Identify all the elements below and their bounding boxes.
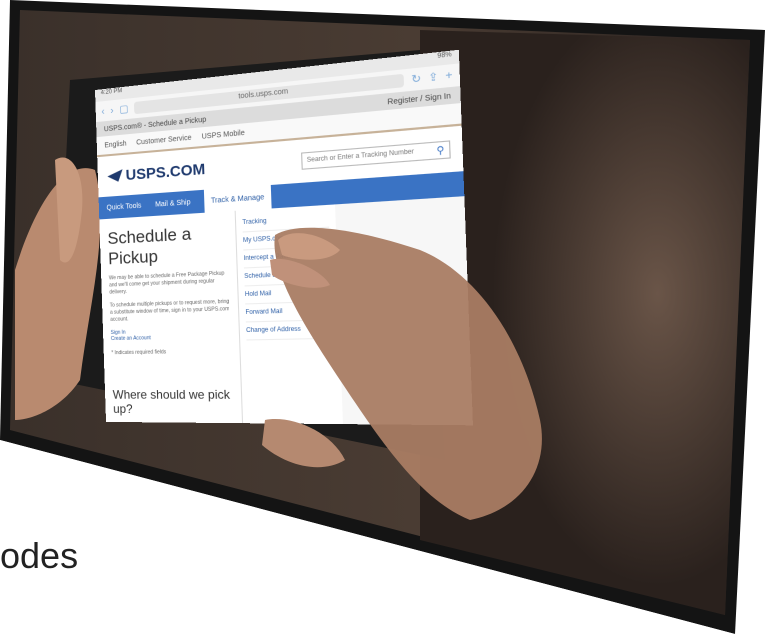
util-link-customer-service[interactable]: Customer Service [136, 134, 192, 146]
util-link-english[interactable]: English [104, 140, 126, 149]
menu-item-change-address[interactable]: Change of Address [245, 320, 334, 341]
add-tab-icon[interactable]: + [445, 69, 452, 82]
page-title: Schedule a Pickup [107, 224, 192, 269]
nav-mail-ship[interactable]: Mail & Ship [155, 199, 191, 209]
tablet-screen: 4:20 PM 98% ‹ › ▢ tools.usps.com ↻ ⇪ + U… [95, 49, 473, 426]
track-manage-menu: Tracking My USPS.com Intercept a Package… [234, 204, 344, 426]
content-right-column [335, 196, 473, 426]
required-note: * Indicates required fields [111, 349, 167, 357]
usps-logo-text: USPS.COM [125, 159, 206, 184]
search-icon[interactable]: ⚲ [436, 144, 444, 157]
util-link-usps-mobile[interactable]: USPS Mobile [202, 129, 245, 140]
bookmarks-icon[interactable]: ▢ [119, 103, 129, 115]
nav-quick-tools[interactable]: Quick Tools [106, 202, 141, 211]
status-battery: 98% [437, 51, 452, 61]
usps-logo[interactable]: USPS.COM [107, 159, 206, 185]
search-input[interactable]: Search or Enter a Tracking Number ⚲ [301, 140, 451, 170]
reload-icon[interactable]: ↻ [411, 73, 421, 86]
caption-text: odes [0, 535, 79, 576]
search-placeholder: Search or Enter a Tracking Number [306, 148, 415, 164]
usps-eagle-icon [107, 169, 123, 182]
share-icon[interactable]: ⇪ [428, 71, 438, 84]
intro-text-2: To schedule multiple pickups or to reque… [109, 298, 230, 323]
intro-text: We may be able to schedule a Free Packag… [108, 270, 225, 296]
create-account-link[interactable]: Create an Account [111, 333, 231, 342]
pickup-form-column: Schedule a Pickup We may be able to sche… [99, 210, 243, 426]
page-content: Schedule a Pickup We may be able to sche… [99, 196, 473, 426]
pickup-location-heading: Where should we pick up? [112, 387, 231, 417]
back-icon[interactable]: ‹ [101, 106, 105, 117]
forward-icon[interactable]: › [110, 105, 114, 116]
menu-item-forward-mail[interactable]: Forward Mail [245, 301, 333, 323]
